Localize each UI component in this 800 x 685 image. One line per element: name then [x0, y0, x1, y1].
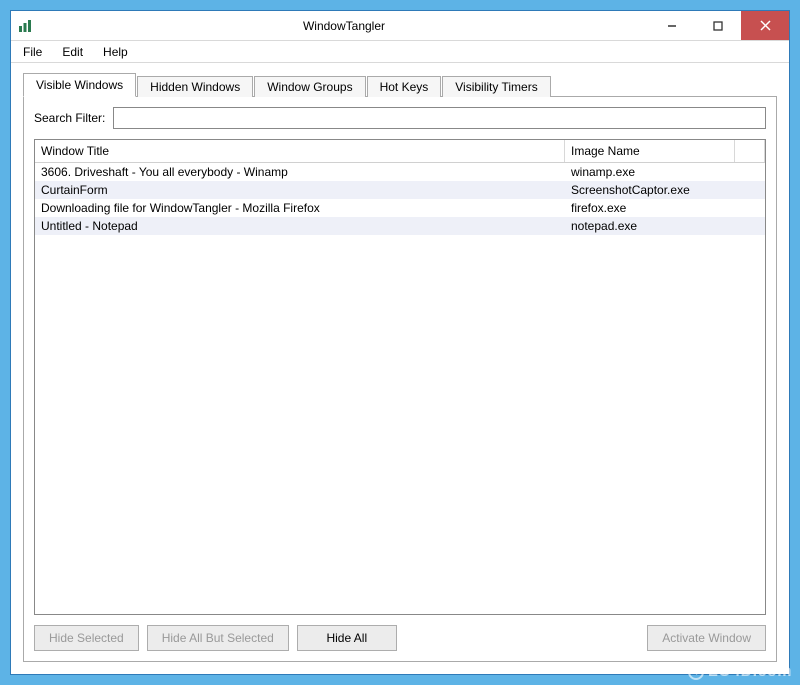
listview-header: Window Title Image Name — [35, 140, 765, 163]
tabstrip: Visible Windows Hidden Windows Window Gr… — [23, 73, 777, 96]
hide-selected-button[interactable]: Hide Selected — [34, 625, 139, 651]
table-row[interactable]: 3606. Driveshaft - You all everybody - W… — [35, 163, 765, 181]
close-button[interactable] — [741, 11, 789, 40]
cell-title: Downloading file for WindowTangler - Moz… — [35, 200, 565, 216]
cell-title: 3606. Driveshaft - You all everybody - W… — [35, 164, 565, 180]
listview-body: 3606. Driveshaft - You all everybody - W… — [35, 163, 765, 614]
hide-all-but-selected-button[interactable]: Hide All But Selected — [147, 625, 289, 651]
search-label: Search Filter: — [34, 111, 105, 125]
tab-hidden-windows[interactable]: Hidden Windows — [137, 76, 253, 97]
app-window: WindowTangler File Edit Help Visible Win… — [10, 10, 790, 675]
tab-visibility-timers[interactable]: Visibility Timers — [442, 76, 550, 97]
cell-title: CurtainForm — [35, 182, 565, 198]
minimize-button[interactable] — [649, 11, 695, 40]
window-controls — [649, 11, 789, 40]
column-header-pad[interactable] — [735, 140, 765, 162]
column-header-title[interactable]: Window Title — [35, 140, 565, 162]
search-row: Search Filter: — [34, 107, 766, 129]
window-title: WindowTangler — [39, 11, 649, 40]
tab-window-groups[interactable]: Window Groups — [254, 76, 365, 97]
activate-window-button[interactable]: Activate Window — [647, 625, 766, 651]
table-row[interactable]: Untitled - Notepad notepad.exe — [35, 217, 765, 235]
hide-all-button[interactable]: Hide All — [297, 625, 397, 651]
menu-help[interactable]: Help — [93, 43, 138, 61]
column-header-image[interactable]: Image Name — [565, 140, 735, 162]
tab-panel: Search Filter: Window Title Image Name 3… — [23, 96, 777, 662]
client-area: Visible Windows Hidden Windows Window Gr… — [11, 63, 789, 674]
cell-image: ScreenshotCaptor.exe — [565, 182, 735, 198]
window-listview[interactable]: Window Title Image Name 3606. Driveshaft… — [34, 139, 766, 615]
table-row[interactable]: Downloading file for WindowTangler - Moz… — [35, 199, 765, 217]
button-row: Hide Selected Hide All But Selected Hide… — [34, 625, 766, 651]
cell-image: firefox.exe — [565, 200, 735, 216]
table-row[interactable]: CurtainForm ScreenshotCaptor.exe — [35, 181, 765, 199]
menu-file[interactable]: File — [13, 43, 52, 61]
menu-edit[interactable]: Edit — [52, 43, 93, 61]
menubar: File Edit Help — [11, 41, 789, 63]
tab-visible-windows[interactable]: Visible Windows — [23, 73, 136, 97]
cell-title: Untitled - Notepad — [35, 218, 565, 234]
app-icon — [11, 11, 39, 40]
cell-image: winamp.exe — [565, 164, 735, 180]
maximize-button[interactable] — [695, 11, 741, 40]
tab-hot-keys[interactable]: Hot Keys — [367, 76, 442, 97]
search-input[interactable] — [113, 107, 766, 129]
cell-image: notepad.exe — [565, 218, 735, 234]
titlebar: WindowTangler — [11, 11, 789, 41]
